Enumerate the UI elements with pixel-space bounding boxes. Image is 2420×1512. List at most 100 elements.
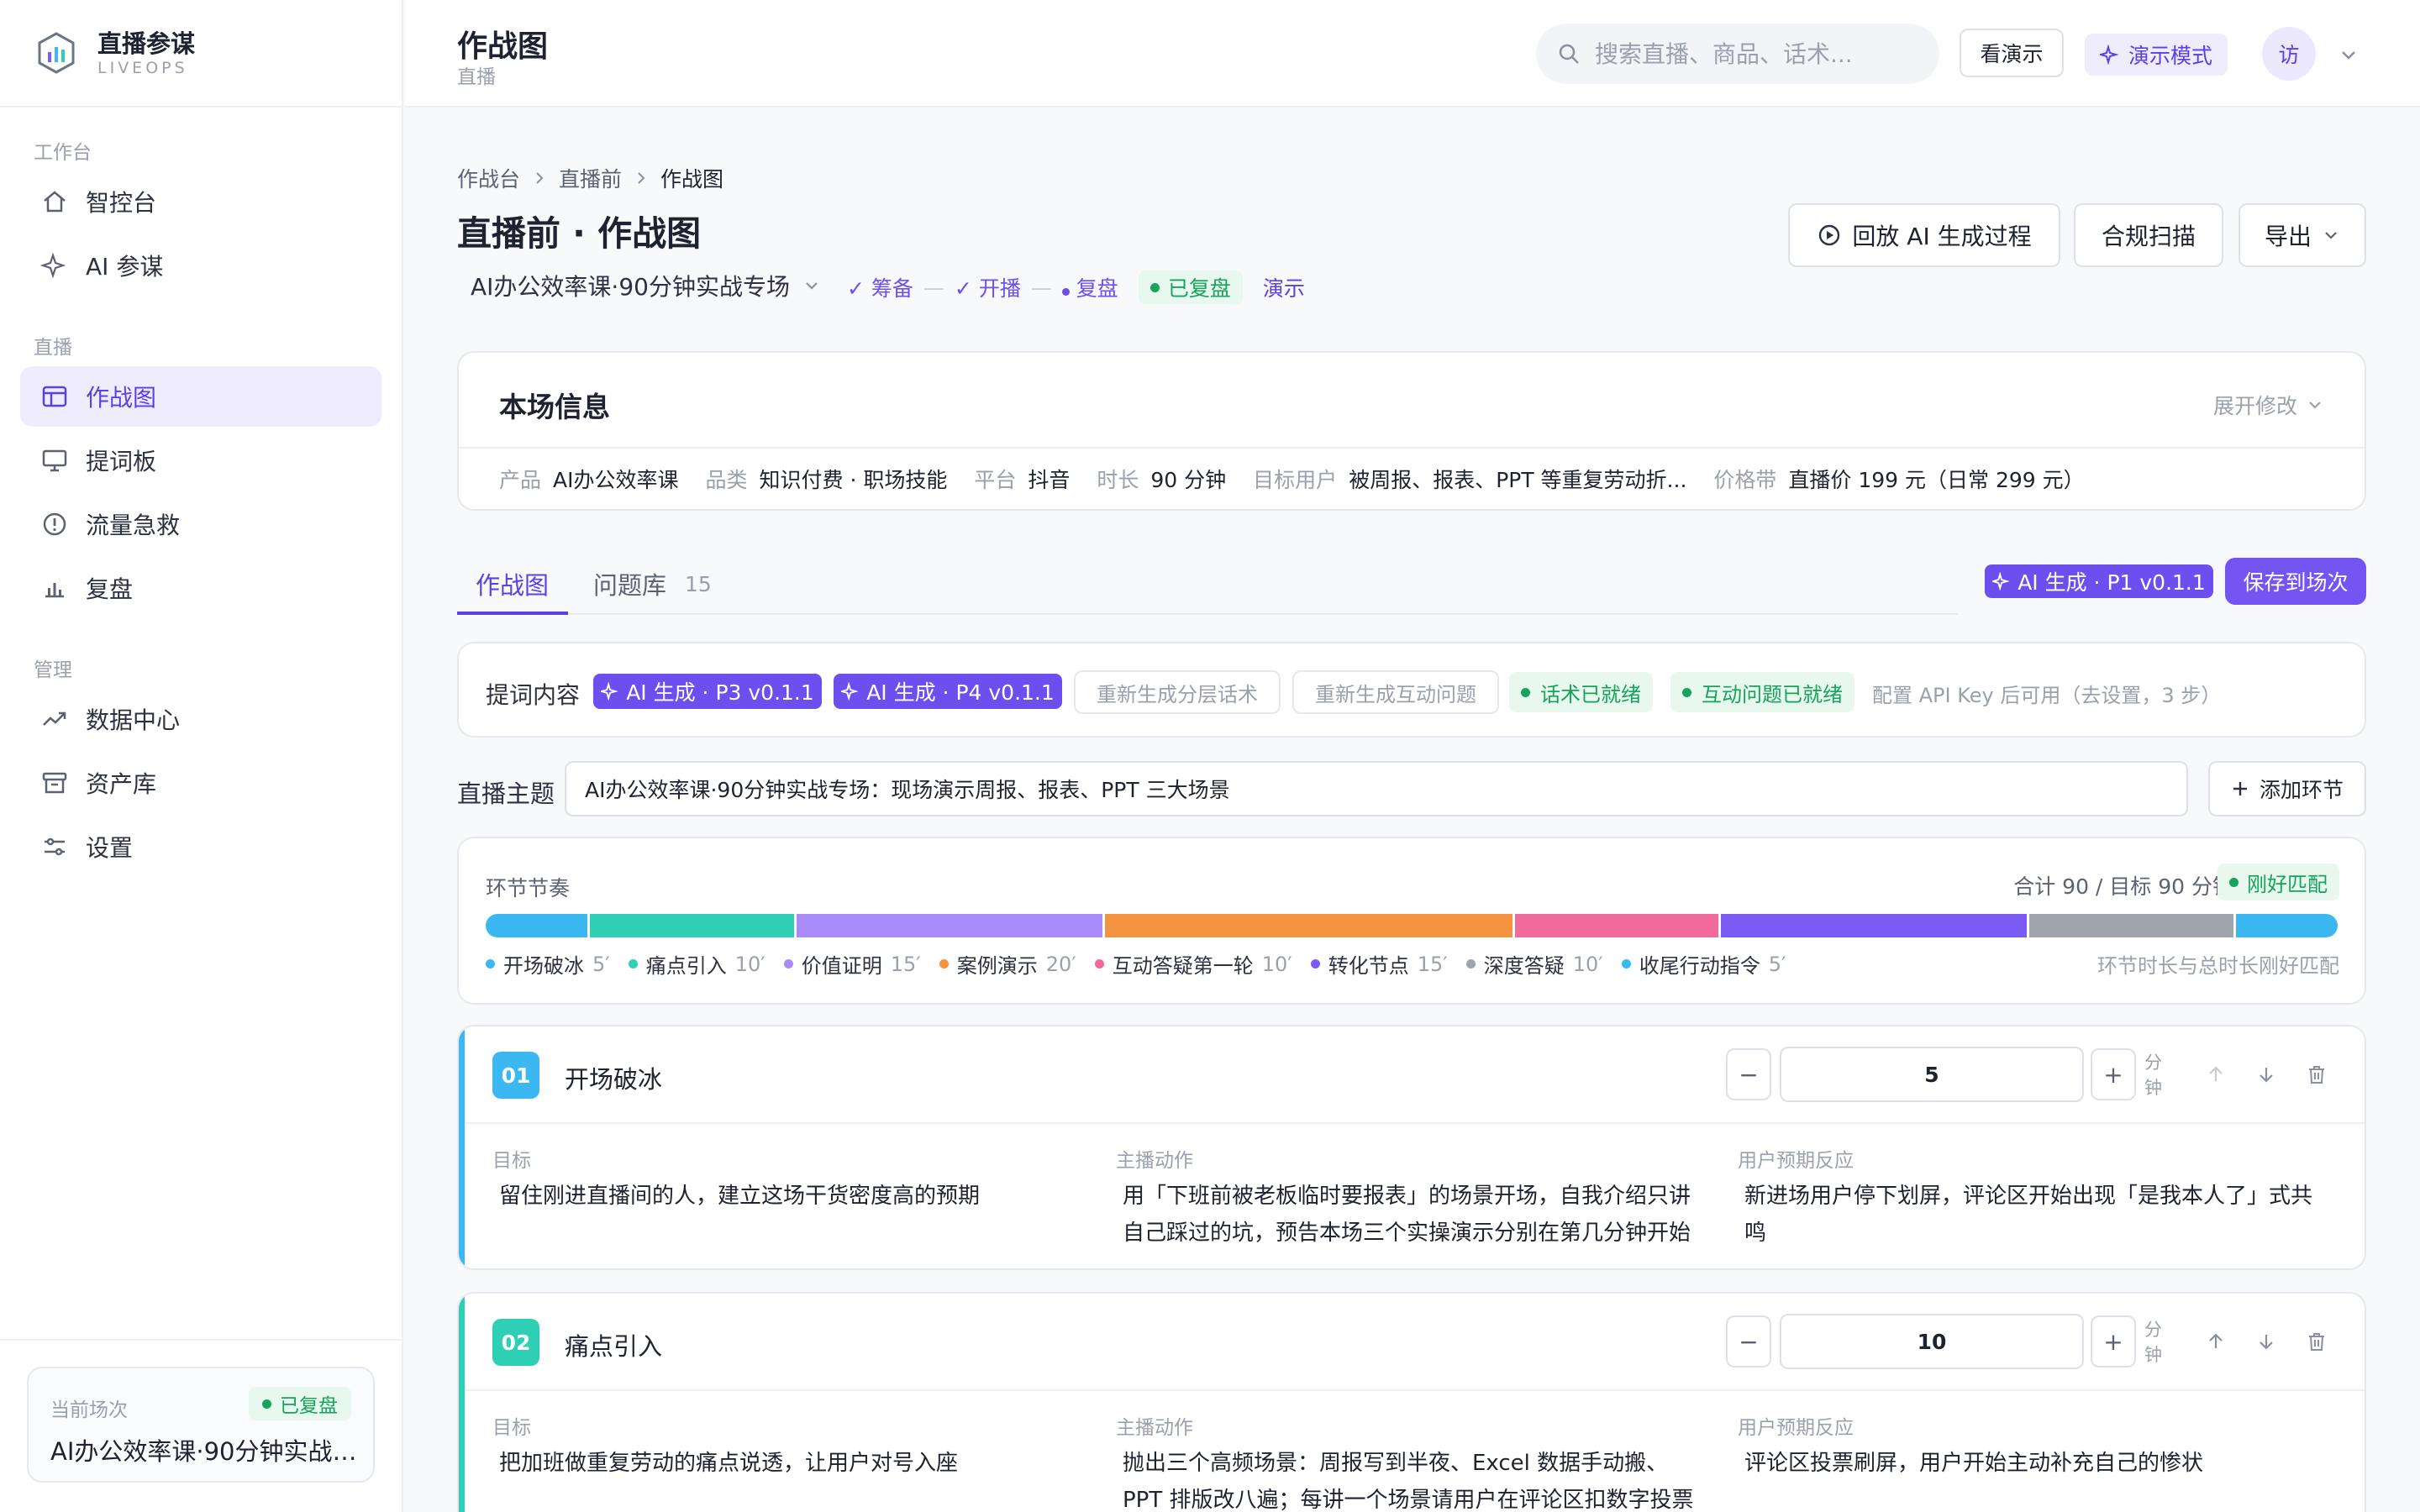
regenerate-script-button[interactable]: 重新生成分层话术	[1074, 670, 1281, 714]
sidebar-item-assets[interactable]: 资产库	[20, 753, 381, 813]
goal-text[interactable]: 把加班做重复劳动的痛点说透，让用户对号入座	[499, 1445, 1079, 1482]
breadcrumb-item[interactable]: 作战台	[457, 163, 520, 193]
regenerate-questions-button[interactable]: 重新生成互动问题	[1292, 670, 1499, 714]
compliance-scan-button[interactable]: 合规扫描	[2074, 203, 2223, 267]
topic-input[interactable]	[565, 761, 2188, 816]
stage-separator: —	[1030, 275, 1052, 300]
watch-demo-button[interactable]: 看演示	[1960, 29, 2064, 77]
reaction-text[interactable]: 新进场用户停下划屏，评论区开始出现「是我本人了」式共鸣	[1744, 1178, 2324, 1252]
action-text[interactable]: 用「下班前被老板临时要报表」的场景开场，自我介绍只讲自己踩过的坑，预告本场三个实…	[1123, 1178, 1702, 1252]
rhythm-segment[interactable]	[1721, 914, 2030, 937]
sidebar-item-review[interactable]: 复盘	[20, 558, 381, 618]
legend-dot	[1094, 959, 1104, 969]
legend-dot	[783, 959, 793, 969]
delete-button[interactable]	[2302, 1327, 2331, 1356]
rhythm-title: 环节节奏	[486, 876, 571, 900]
export-button[interactable]: 导出	[2238, 203, 2366, 267]
save-to-session-button[interactable]: 保存到场次	[2225, 558, 2366, 605]
rhythm-segment[interactable]	[796, 914, 1105, 937]
stage-dot	[1061, 288, 1070, 296]
goal-text[interactable]: 留住刚进直播间的人，建立这场干货密度高的预期	[499, 1178, 1079, 1215]
app-subname: LIVEOPS	[97, 59, 188, 77]
section-number: 01	[492, 1052, 539, 1099]
minutes-unit: 分钟	[2144, 1053, 2162, 1098]
expand-edit-button[interactable]: 展开修改	[2213, 390, 2324, 420]
move-up-button[interactable]	[2202, 1327, 2230, 1356]
sparkle-icon	[40, 252, 66, 279]
legend-item: 深度答疑 10′	[1465, 949, 1603, 979]
sidebar-item-data-center[interactable]: 数据中心	[20, 689, 381, 749]
stage-label: 筹备	[871, 276, 913, 301]
increment-button[interactable]: +	[2091, 1048, 2136, 1100]
sliders-icon	[45, 837, 65, 856]
delete-button[interactable]	[2302, 1060, 2331, 1089]
rhythm-segment[interactable]	[2235, 914, 2338, 937]
legend-item: 开场破冰 5′	[486, 949, 610, 979]
rhythm-segment[interactable]	[1514, 914, 1722, 937]
bar-chart-icon	[45, 583, 64, 598]
stage-live[interactable]: ✓ 开播	[955, 272, 1021, 302]
sidebar-item-settings[interactable]: 设置	[20, 816, 381, 877]
section-workbench: 工作台	[34, 142, 92, 164]
tab-issue-bank[interactable]: 问题库 15	[593, 566, 712, 601]
sidebar-item-battle-map[interactable]: 作战图	[20, 366, 381, 427]
replay-ai-button[interactable]: 回放 AI 生成过程	[1788, 203, 2060, 267]
breadcrumb-item[interactable]: 直播前	[559, 163, 622, 193]
search-input[interactable]	[1595, 39, 1914, 68]
sidebar-item-traffic-rescue[interactable]: 流量急救	[20, 494, 381, 554]
move-down-button[interactable]	[2252, 1327, 2281, 1356]
arrow-down-icon	[2260, 1068, 2273, 1083]
current-session-label: 当前场次	[50, 1399, 128, 1421]
alert-icon	[43, 512, 66, 536]
api-key-note[interactable]: 配置 API Key 后可用（去设置，3 步）	[1872, 679, 2221, 708]
sidebar-item-console[interactable]: 智控台	[20, 171, 381, 232]
sidebar-item-teleprompter[interactable]: 提词板	[20, 430, 381, 491]
page-header-subtitle: 直播	[457, 66, 496, 88]
rhythm-segment[interactable]	[1104, 914, 1515, 937]
status-text: 已复盘	[1167, 276, 1231, 301]
decrement-button[interactable]: −	[1726, 1048, 1771, 1100]
legend-label: 痛点引入	[645, 954, 727, 978]
section-divider	[465, 1122, 2365, 1124]
info-field-product: 产品 AI办公效率课	[499, 464, 679, 494]
action-text[interactable]: 抛出三个高频场景：周报写到半夜、Excel 数据手动搬、PPT 排版改八遍；每讲…	[1123, 1445, 1702, 1512]
move-down-button[interactable]	[2252, 1060, 2281, 1089]
tab-active-indicator	[457, 612, 568, 615]
section-name[interactable]: 痛点引入	[565, 1327, 662, 1362]
reaction-text[interactable]: 评论区投票刷屏，用户开始主动补充自己的惨状	[1744, 1445, 2324, 1482]
minutes-input[interactable]	[1780, 1314, 2084, 1369]
tab-count: 15	[685, 571, 712, 596]
move-up-button[interactable]	[2202, 1060, 2230, 1089]
chevron-down-icon	[2309, 402, 2321, 409]
demo-mode-button[interactable]: 演示模式	[2085, 34, 2228, 76]
chevron-down-icon[interactable]	[2338, 44, 2360, 66]
sidebar-item-ai-advisor[interactable]: AI 参谋	[20, 235, 381, 296]
avatar[interactable]: 访	[2262, 27, 2316, 81]
session-selector[interactable]: AI办公效率课·90分钟实战专场	[471, 269, 822, 302]
rhythm-hint: 环节时长与总时长刚好匹配	[2097, 954, 2339, 978]
rhythm-segment[interactable]	[486, 914, 591, 937]
search-icon	[1559, 44, 1579, 64]
search-box[interactable]	[1536, 24, 1939, 84]
current-session-card[interactable]: 当前场次 已复盘 AI办公效率课·90分钟实战专场	[27, 1367, 375, 1483]
monitor-icon	[42, 449, 67, 472]
tab-battle-map[interactable]: 作战图	[476, 566, 549, 601]
questions-ready-badge: 互动问题已就绪	[1670, 672, 1854, 712]
info-title: 本场信息	[499, 391, 610, 423]
chevron-right-icon	[536, 172, 544, 184]
app-logo[interactable]: 直播参谋 LIVEOPS	[34, 29, 195, 77]
demo-link[interactable]: 演示	[1263, 272, 1305, 302]
rhythm-segment[interactable]	[590, 914, 797, 937]
add-section-button[interactable]: 添加环节	[2208, 761, 2366, 816]
stage-label: 复盘	[1076, 276, 1118, 301]
archive-icon	[42, 772, 67, 794]
stage-review[interactable]: 复盘	[1061, 272, 1118, 302]
decrement-button[interactable]: −	[1726, 1315, 1771, 1368]
info-field-audience: 目标用户 被周报、报表、PPT 等重复劳动折...	[1253, 464, 1686, 494]
sparkle-icon	[601, 682, 618, 701]
increment-button[interactable]: +	[2091, 1315, 2136, 1368]
section-name[interactable]: 开场破冰	[565, 1060, 662, 1095]
stage-prep[interactable]: ✓ 筹备	[847, 272, 913, 302]
minutes-input[interactable]	[1780, 1047, 2084, 1102]
rhythm-segment[interactable]	[2029, 914, 2236, 937]
